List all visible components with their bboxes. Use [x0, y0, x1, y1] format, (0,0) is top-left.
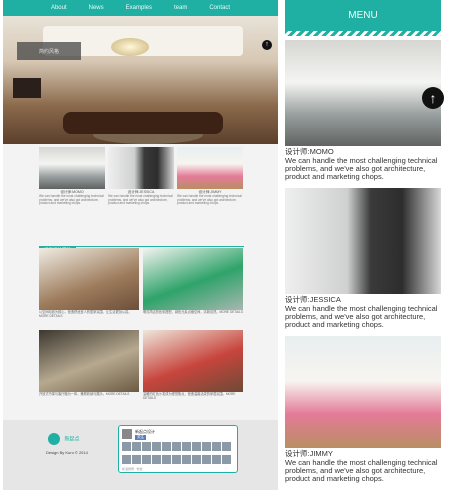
follower-avatar[interactable] [152, 442, 161, 451]
gallery-caption: 开放式书架与客厅融为一体，兼顾收纳与展示。MORE DETAILS [39, 392, 130, 396]
designer-card[interactable]: 设计师:JIMMY We can handle the most challen… [285, 336, 441, 482]
arrow-up-icon[interactable]: ↑ [262, 40, 272, 50]
follower-avatar[interactable] [152, 454, 161, 464]
gallery-item[interactable]: 明亮简洁的色彩搭配，绿色元素点缀空间，清新自然。MORE DETAILS [143, 248, 243, 326]
follower-avatar[interactable] [182, 442, 191, 451]
menu-zigzag [285, 30, 441, 36]
logo-icon [48, 432, 60, 445]
gallery-item[interactable]: 以空间动线为核心，营造舒适宜人的居家氛围，让生活更加从容。MORE DETAIL… [39, 248, 139, 326]
nav-item-examples[interactable]: Examples [126, 5, 152, 11]
thumb-desc: We can handle the most challenging techn… [108, 194, 173, 206]
follower-avatar[interactable] [172, 454, 181, 464]
designer-desc: We can handle the most challenging techn… [285, 304, 438, 329]
follower-avatar[interactable] [162, 442, 171, 451]
gallery-caption: 温暖的红色沙发成为视觉焦点，营造温馨活泼的家居氛围。MORE DETAILS [143, 392, 236, 400]
gallery-image[interactable] [39, 330, 139, 392]
thumb-card[interactable]: 设计师:JESSICA We can handle the most chall… [108, 147, 174, 205]
follower-avatar[interactable] [162, 454, 171, 464]
follower-avatar[interactable] [182, 454, 191, 464]
gallery-caption: 明亮简洁的色彩搭配，绿色元素点缀空间，清新自然。MORE DETAILS [143, 310, 243, 314]
designer-image[interactable] [285, 188, 441, 294]
follower-avatar[interactable] [132, 454, 141, 464]
arrow-up-icon[interactable]: ↑ [422, 87, 444, 109]
gallery-image[interactable] [143, 330, 243, 392]
nav-item-team[interactable]: team [174, 5, 187, 11]
follower-avatars [122, 442, 234, 466]
follower-avatar[interactable] [222, 454, 231, 464]
sofa [63, 112, 223, 134]
follower-avatar[interactable] [122, 442, 131, 451]
designer-thumbs: 设计师:MOMO We can handle the most challeng… [39, 147, 244, 205]
side-menu: MENU 设计师:MOMO We can handle the most cha… [285, 0, 441, 492]
gallery-item[interactable]: 温暖的红色沙发成为视觉焦点，营造温馨活泼的家居氛围。MORE DETAILS [143, 330, 243, 408]
thumb-image[interactable] [177, 147, 243, 189]
avatar[interactable] [122, 429, 132, 439]
weibo-footer: 新浪微博 · 粉丝 [122, 467, 143, 471]
nav-item-contact[interactable]: Contact [209, 5, 230, 11]
gallery-item[interactable]: 开放式书架与客厅融为一体，兼顾收纳与展示。MORE DETAILS [39, 330, 139, 408]
thumb-card[interactable]: 设计师:MOMO We can handle the most challeng… [39, 147, 105, 205]
top-nav: About News Examples team Contact [3, 0, 278, 16]
follower-avatar[interactable] [142, 454, 151, 464]
follower-avatar[interactable] [192, 442, 201, 451]
gallery-caption: 以空间动线为核心，营造舒适宜人的居家氛围，让生活更加从容。MORE DETAIL… [39, 310, 132, 318]
follower-avatar[interactable] [122, 454, 131, 464]
weibo-widget: 新起点设计 关注 新浪微博 · 粉丝 [118, 425, 238, 473]
follow-button[interactable]: 关注 [135, 435, 146, 440]
chandelier [111, 38, 149, 56]
designer-desc: We can handle the most challenging techn… [285, 156, 438, 181]
thumb-card[interactable]: 设计师:JIMMY We can handle the most challen… [177, 147, 243, 205]
thumb-desc: We can handle the most challenging techn… [177, 194, 242, 206]
designer-image[interactable] [285, 336, 441, 448]
follower-avatar[interactable] [172, 442, 181, 451]
designer-card[interactable]: 设计师:JESSICA We can handle the most chall… [285, 188, 441, 328]
logo-text: 新起点 [64, 436, 80, 443]
thumb-desc: We can handle the most challenging techn… [39, 194, 104, 206]
hero-image: 简约风格 ↑ [3, 16, 278, 144]
thumb-image[interactable] [39, 147, 105, 189]
menu-header[interactable]: MENU [285, 0, 441, 31]
nav-item-news[interactable]: News [89, 5, 104, 11]
designer-image[interactable] [285, 40, 441, 146]
designer-card[interactable]: 设计师:MOMO We can handle the most challeng… [285, 40, 441, 180]
tv-wall [13, 78, 41, 98]
section-header: 样板设计赏析 [39, 238, 244, 253]
copyright: Design By Kuro © 2014 [46, 450, 88, 455]
gallery-grid: 以空间动线为核心，营造舒适宜人的居家氛围，让生活更加从容。MORE DETAIL… [39, 248, 244, 408]
gallery-image[interactable] [39, 248, 139, 310]
thumb-image[interactable] [108, 147, 174, 189]
follower-avatar[interactable] [212, 442, 221, 451]
page-preview: About News Examples team Contact 简约风格 ↑ … [3, 0, 278, 490]
follower-avatar[interactable] [132, 442, 141, 451]
follower-avatar[interactable] [212, 454, 221, 464]
follower-avatar[interactable] [202, 454, 211, 464]
nav-item-about[interactable]: About [51, 5, 67, 11]
hero-caption[interactable]: 简约风格 [17, 42, 81, 60]
gallery-image[interactable] [143, 248, 243, 310]
footer-logo[interactable]: 新起点 [48, 430, 88, 450]
designer-desc: We can handle the most challenging techn… [285, 458, 438, 483]
follower-avatar[interactable] [142, 442, 151, 451]
follower-avatar[interactable] [192, 454, 201, 464]
follower-avatar[interactable] [222, 442, 231, 451]
follower-avatar[interactable] [202, 442, 211, 451]
